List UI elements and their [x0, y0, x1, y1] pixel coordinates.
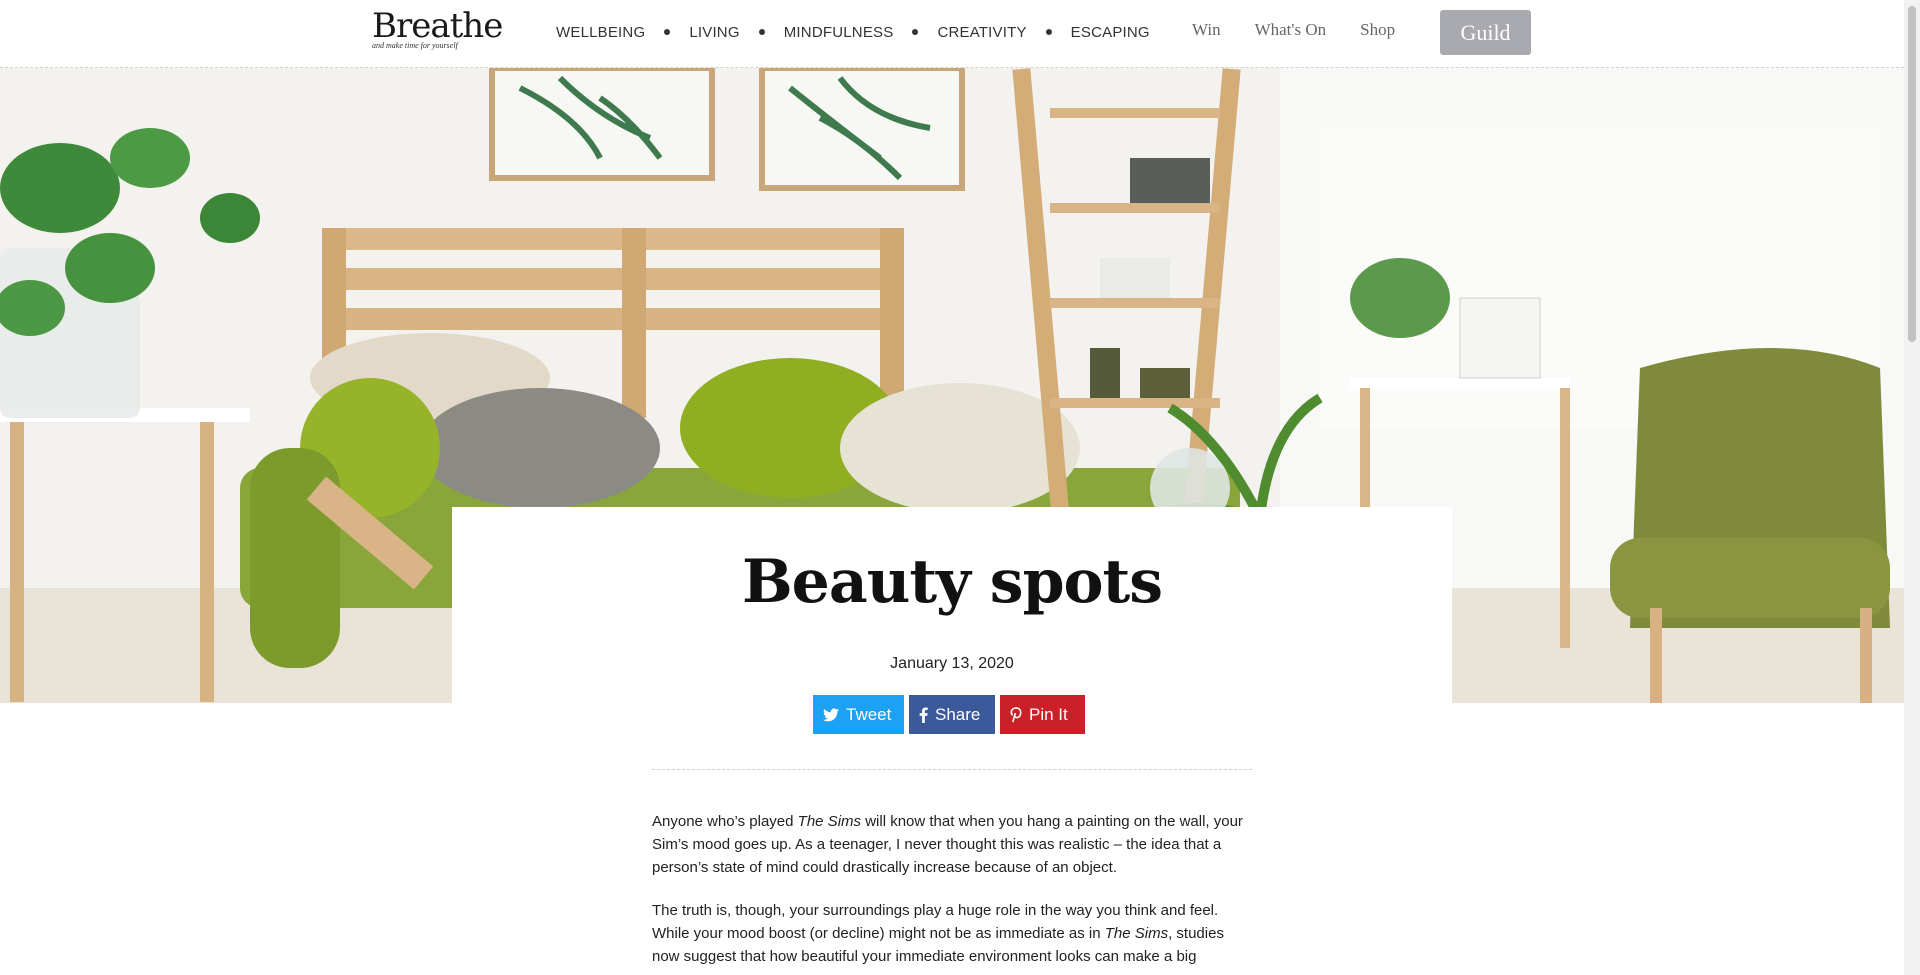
- facebook-share-button[interactable]: Share: [909, 695, 995, 734]
- paragraph: Anyone who’s played The Sims will know t…: [652, 810, 1252, 879]
- scrollbar-thumb[interactable]: [1908, 6, 1916, 342]
- nav-escaping[interactable]: ESCAPING: [1071, 24, 1150, 41]
- share-buttons: Tweet Share Pin It: [813, 695, 1090, 734]
- nav-separator: [912, 29, 919, 35]
- tweet-label: Tweet: [846, 704, 892, 724]
- nav-mindfulness[interactable]: MINDFULNESS: [784, 24, 894, 41]
- pinterest-pin-button[interactable]: Pin It: [1000, 695, 1085, 734]
- twitter-icon: [823, 707, 839, 722]
- guild-button[interactable]: Guild: [1440, 10, 1531, 55]
- logo-wordmark: Breathe: [372, 6, 503, 46]
- nav-separator: [664, 29, 671, 35]
- nav-whats-on[interactable]: What's On: [1255, 20, 1327, 40]
- nav-living[interactable]: LIVING: [689, 24, 739, 41]
- nav-creativity[interactable]: CREATIVITY: [937, 24, 1026, 41]
- italic-title: The Sims: [797, 813, 862, 830]
- page-scrollbar[interactable]: [1904, 0, 1920, 975]
- text-run: Anyone who’s played: [652, 813, 798, 830]
- nav-win[interactable]: Win: [1192, 20, 1221, 40]
- article-date: January 13, 2020: [890, 655, 1014, 672]
- pin-label: Pin It: [1029, 704, 1068, 724]
- share-label: Share: [935, 704, 981, 724]
- site-logo[interactable]: Breathe and make time for yourself: [372, 6, 503, 56]
- nav-separator: [1045, 29, 1052, 35]
- paragraph: The truth is, though, your surroundings …: [652, 899, 1252, 968]
- nav-wellbeing[interactable]: WELLBEING: [556, 24, 645, 41]
- site-header: Breathe and make time for yourself WELLB…: [0, 0, 1904, 68]
- secondary-nav: Win What's On Shop: [1192, 20, 1429, 40]
- italic-title: The Sims: [1104, 925, 1169, 942]
- article-title: Beauty spots: [741, 547, 1163, 617]
- tweet-button[interactable]: Tweet: [813, 695, 904, 734]
- divider: [652, 769, 1252, 770]
- main-nav: WELLBEING LIVING MINDFULNESS CREATIVITY …: [556, 20, 1150, 44]
- pinterest-icon: [1010, 706, 1022, 723]
- article-body: Anyone who’s played The Sims will know t…: [652, 810, 1252, 975]
- article-card: Beauty spots January 13, 2020 Tweet Shar…: [452, 507, 1452, 975]
- facebook-icon: [919, 706, 928, 723]
- nav-separator: [758, 29, 765, 35]
- nav-shop[interactable]: Shop: [1360, 20, 1395, 40]
